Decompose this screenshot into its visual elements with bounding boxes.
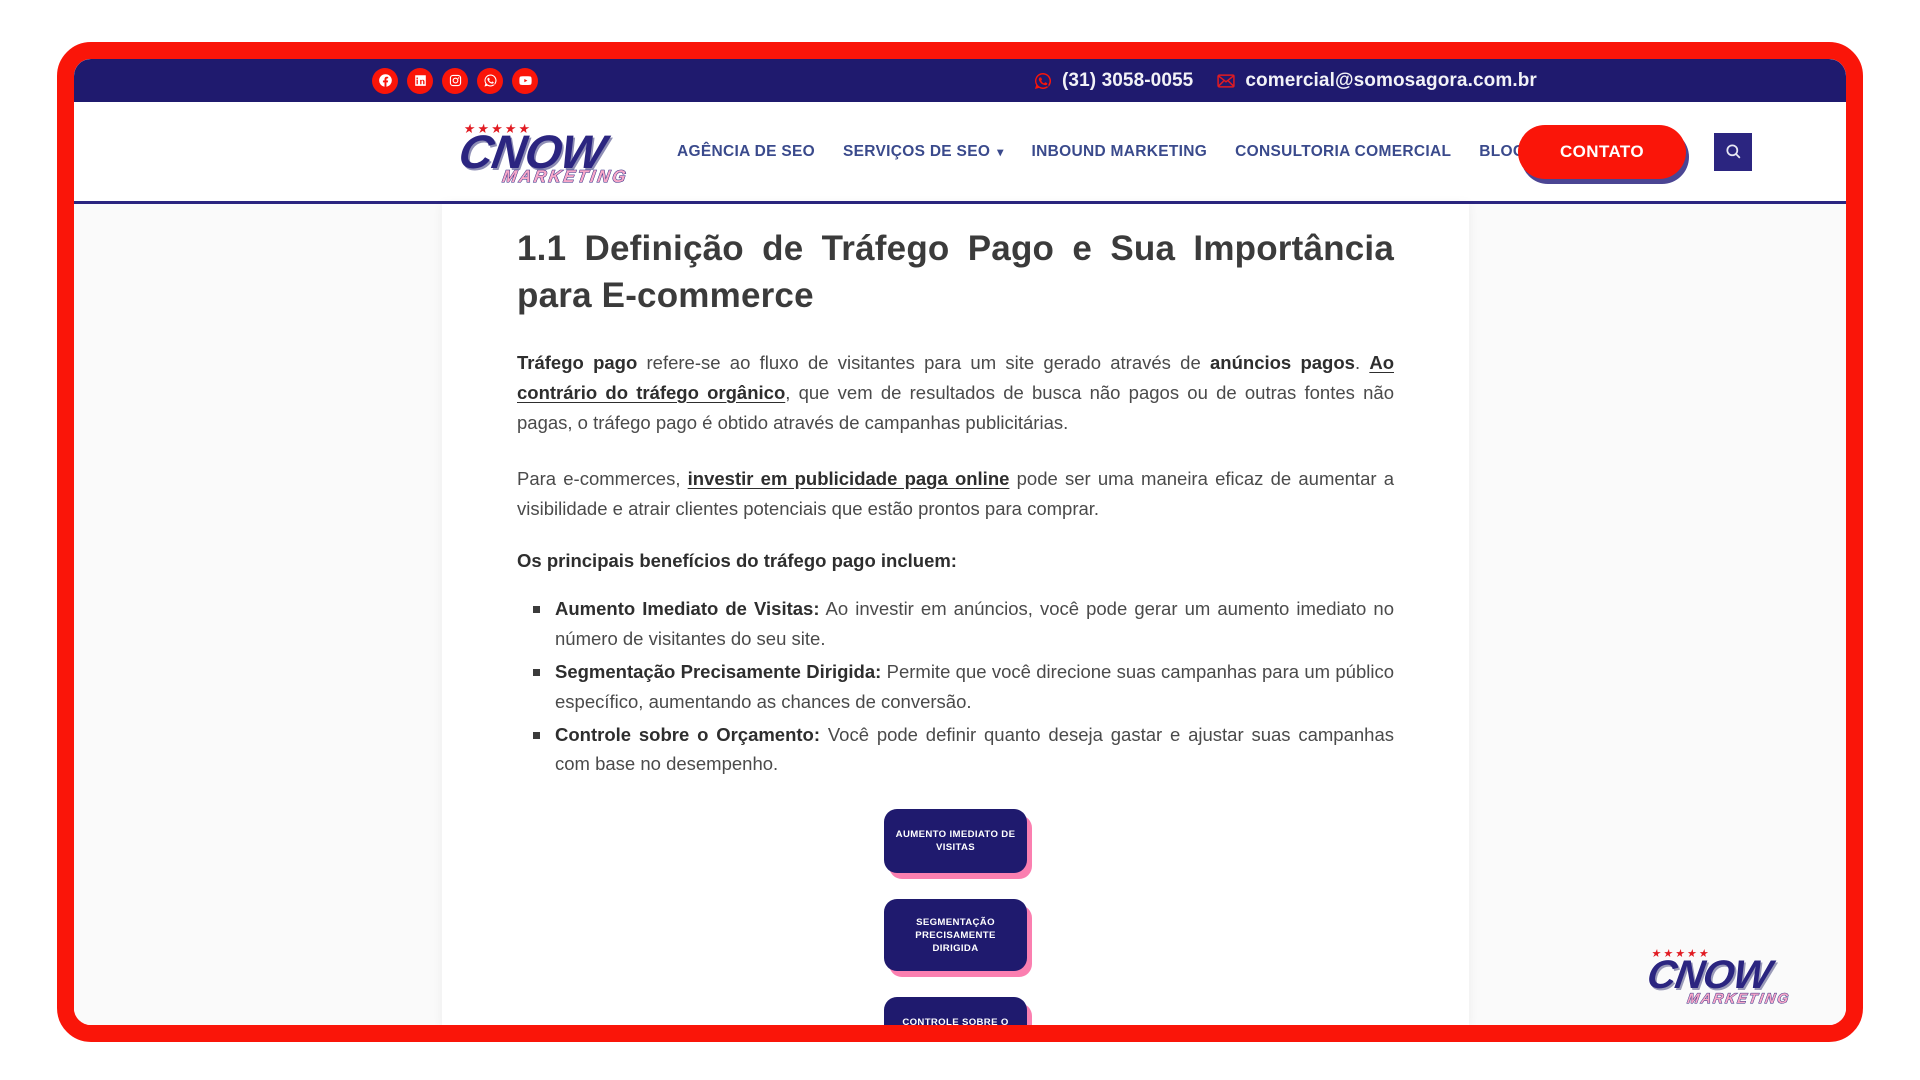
benefit-term: Aumento Imediato de Visitas: <box>555 597 820 619</box>
content-area: 1.1 Definição de Tráfego Pago e Sua Impo… <box>74 204 1846 1025</box>
top-utility-bar: (31) 3058-0055 comercial@somosagora.com.… <box>74 59 1846 102</box>
benefit-term: Segmentação Precisamente Dirigida: <box>555 660 882 682</box>
whatsapp-icon <box>1032 70 1054 92</box>
nav-item-agencia-de-seo[interactable]: AGÊNCIA DE SEO <box>677 143 815 161</box>
term-trafego-pago: Tráfego pago <box>517 351 638 373</box>
youtube-icon[interactable] <box>512 67 538 94</box>
list-item: Controle sobre o Orçamento: Você pode de… <box>531 720 1394 780</box>
nav-label: SERVIÇOS DE SEO <box>842 142 991 160</box>
corner-watermark-logo: ★★★★★ CNOW MARKETING <box>1615 944 1803 1006</box>
nav-label: INBOUND MARKETING <box>1031 142 1208 160</box>
webpage: (31) 3058-0055 comercial@somosagora.com.… <box>74 59 1846 1025</box>
logo-wordmark: CNOW <box>1644 952 1775 997</box>
logo-tagline: MARKETING <box>501 166 630 186</box>
whatsapp-icon[interactable] <box>477 67 503 94</box>
benefits-list: Aumento Imediato de Visitas: Ao investir… <box>531 594 1394 780</box>
logo-tagline: MARKETING <box>1686 990 1792 1007</box>
instagram-icon[interactable] <box>442 67 468 94</box>
infographic-card-controle-orcamento[interactable]: CONTROLE SOBRE O ORÇAMENTO <box>884 997 1027 1025</box>
nav-item-consultoria-comercial[interactable]: CONSULTORIA COMERCIAL <box>1235 143 1451 161</box>
text-run: refere-se ao fluxo de visitantes para um… <box>637 351 1210 373</box>
text-run: . <box>1354 351 1370 373</box>
nav-label: CONSULTORIA COMERCIAL <box>1235 142 1452 160</box>
facebook-icon[interactable] <box>372 67 398 94</box>
list-item: Segmentação Precisamente Dirigida: Permi… <box>531 657 1394 717</box>
social-links <box>372 67 538 94</box>
contato-button[interactable]: CONTATO <box>1517 124 1686 179</box>
paragraph-definition: Tráfego pago refere-se ao fluxo de visit… <box>517 348 1394 438</box>
site-header: ★★★★★ CNOW MARKETING AGÊNCIA DE SEO SERV… <box>74 102 1846 204</box>
logo-stars: ★★★★★ <box>462 120 534 136</box>
text-run: Para e-commerces, <box>517 467 688 489</box>
contact-info: (31) 3058-0055 comercial@somosagora.com.… <box>1032 70 1537 92</box>
red-page-frame: (31) 3058-0055 comercial@somosagora.com.… <box>57 42 1863 1042</box>
phone-number: (31) 3058-0055 <box>1062 69 1194 91</box>
site-logo[interactable]: ★★★★★ CNOW MARKETING <box>420 116 643 188</box>
nav-item-inbound-marketing[interactable]: INBOUND MARKETING <box>1032 143 1208 161</box>
nav-label: AGÊNCIA DE SEO <box>677 142 815 160</box>
linkedin-icon[interactable] <box>407 67 433 94</box>
logo-stars: ★★★★★ <box>1650 948 1712 960</box>
envelope-icon <box>1215 70 1237 92</box>
benefits-infographic: AUMENTO IMEDIATO DE VISITAS SEGMENTAÇÃO … <box>517 809 1394 1025</box>
infographic-card-segmentacao[interactable]: SEGMENTAÇÃO PRECISAMENTE DIRIGIDA <box>884 899 1027 972</box>
article-body: 1.1 Definição de Tráfego Pago e Sua Impo… <box>442 204 1469 1025</box>
term-anuncios-pagos: anúncios pagos <box>1210 351 1355 373</box>
page-title: 1.1 Definição de Tráfego Pago e Sua Impo… <box>517 229 1394 315</box>
search-button[interactable] <box>1714 132 1752 171</box>
search-icon <box>1725 144 1740 159</box>
benefits-lead-in: Os principais benefícios do tráfego pago… <box>517 549 957 571</box>
chevron-down-icon: ▾ <box>997 144 1004 159</box>
email-contact[interactable]: comercial@somosagora.com.br <box>1215 70 1537 92</box>
infographic-card-aumento-imediato[interactable]: AUMENTO IMEDIATO DE VISITAS <box>884 809 1027 874</box>
benefit-term: Controle sobre o Orçamento: <box>555 723 821 745</box>
main-navigation: AGÊNCIA DE SEO SERVIÇOS DE SEO ▾ INBOUND… <box>677 143 1525 161</box>
nav-item-servicos-de-seo[interactable]: SERVIÇOS DE SEO ▾ <box>843 143 1004 161</box>
paragraph-ecommerce: Para e-commerces, investir em publicidad… <box>517 464 1394 524</box>
email-address: comercial@somosagora.com.br <box>1245 69 1537 91</box>
phone-contact[interactable]: (31) 3058-0055 <box>1032 70 1193 92</box>
link-publicidade-paga-online[interactable]: investir em publicidade paga online <box>688 468 1010 489</box>
list-item: Aumento Imediato de Visitas: Ao investir… <box>531 594 1394 654</box>
